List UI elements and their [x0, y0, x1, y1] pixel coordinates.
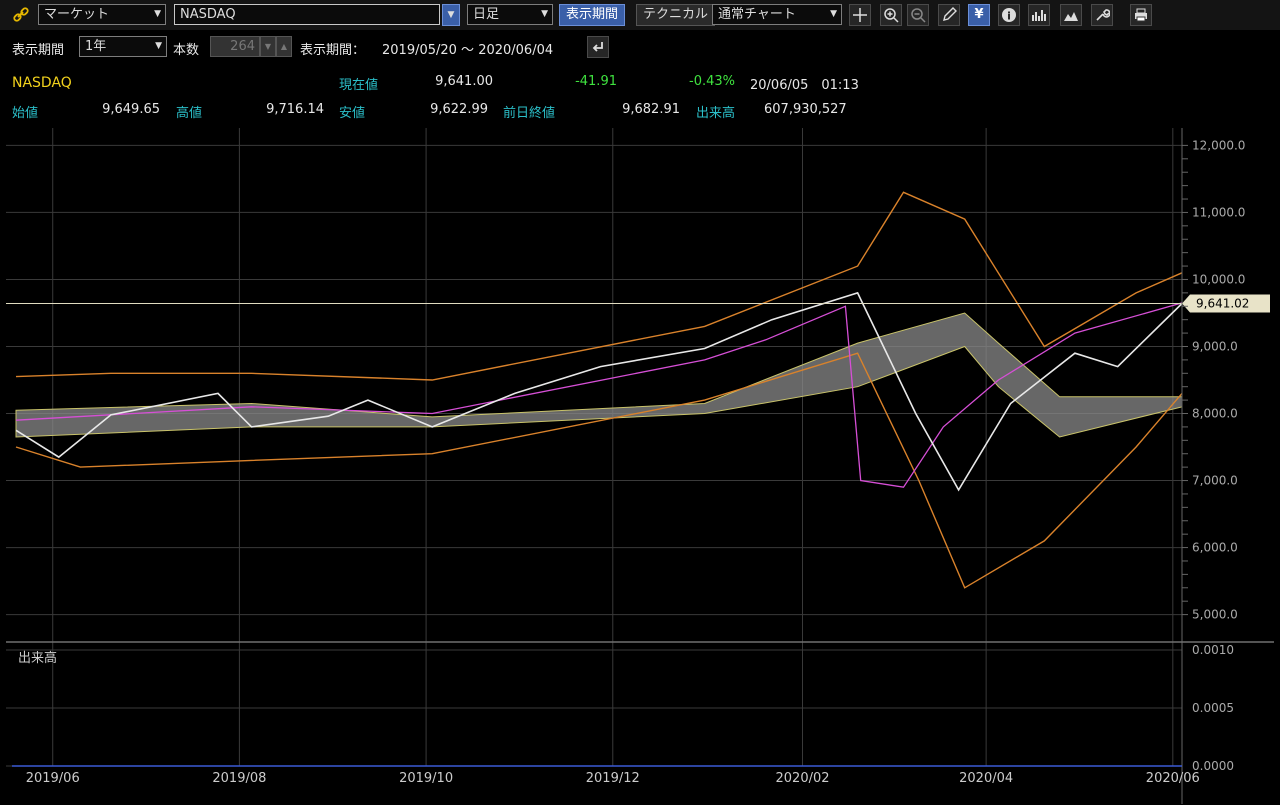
quote-symbol: NASDAQ — [12, 75, 72, 91]
print-icon[interactable] — [1130, 4, 1152, 26]
my-indicator-icon[interactable] — [1028, 4, 1050, 26]
y-tick-label: 12,000.0 — [1192, 138, 1245, 152]
volume-tick-label: 0.0005 — [1192, 701, 1234, 715]
chevron-down-icon: ▼ — [154, 9, 161, 19]
chevron-down-icon: ▼ — [541, 9, 548, 19]
change-value: -41.91 — [575, 74, 617, 89]
wrench-icon[interactable] — [1091, 4, 1113, 26]
y-tick-label: 5,000.0 — [1192, 608, 1238, 622]
current-value: 9,641.00 — [435, 74, 493, 89]
x-tick-label: 2020/06 — [1146, 771, 1200, 786]
x-tick-label: 2019/10 — [399, 771, 453, 786]
market-select-value: マーケット — [44, 7, 110, 22]
interval-select-value: 日足 — [473, 7, 500, 22]
low-label: 安値 — [339, 106, 366, 121]
price-chart[interactable]: 9,641.02 12,000.0 11,000.0 10,000.0 9,000.0… — [6, 128, 1274, 804]
market-select[interactable]: マーケット ▼ — [38, 4, 166, 25]
chevron-down-icon: ▼ — [155, 41, 162, 51]
volume-value: 607,930,527 — [764, 102, 847, 117]
symbol-input-value: NASDAQ — [180, 7, 236, 22]
x-tick-label: 2019/12 — [586, 771, 640, 786]
y-tick-label: 11,000.0 — [1192, 205, 1245, 219]
high-value: 9,716.14 — [266, 102, 324, 117]
open-value: 9,649.65 — [102, 102, 160, 117]
count-input[interactable]: 264 — [210, 36, 260, 57]
period-select[interactable]: 1年 ▼ — [79, 36, 167, 57]
mountain-chart-icon[interactable] — [1060, 4, 1082, 26]
pencil-icon[interactable] — [938, 4, 960, 26]
chevron-down-icon: ▼ — [830, 9, 837, 19]
range-value: 2019/05/20 ～ 2020/06/04 — [382, 43, 554, 58]
info-panel: 表示期間 1年 ▼ 本数 264 ▼ ▲ 表示期間： 2019/05/20 ～ … — [0, 30, 1280, 126]
y-tick-label: 7,000.0 — [1192, 474, 1238, 488]
volume-pane-label: 出来高 — [18, 650, 57, 666]
symbol-dropdown-button[interactable]: ▼ — [442, 4, 460, 26]
x-tick-label: 2019/08 — [212, 771, 266, 786]
info-icon-glyph: i — [1007, 10, 1011, 23]
symbol-input[interactable]: NASDAQ — [174, 4, 440, 25]
y-tick-label: 9,000.0 — [1192, 339, 1238, 353]
crosshair-icon[interactable] — [849, 4, 871, 26]
count-up-button[interactable]: ▲ — [276, 36, 292, 57]
y-tick-label: 8,000.0 — [1192, 407, 1238, 421]
x-tick-label: 2020/02 — [776, 771, 830, 786]
zoom-out-icon[interactable] — [907, 4, 929, 26]
zoom-in-icon[interactable] — [880, 4, 902, 26]
x-tick-label: 2020/04 — [959, 771, 1013, 786]
interval-select[interactable]: 日足 ▼ — [467, 4, 553, 25]
charttype-select[interactable]: 通常チャート ▼ — [712, 4, 842, 25]
x-tick-label: 2019/06 — [26, 771, 80, 786]
technical-button[interactable]: テクニカル — [636, 4, 716, 26]
prev-close-label: 前日終値 — [503, 106, 556, 121]
prev-close-value: 9,682.91 — [622, 102, 680, 117]
y-tick-label: 10,000.0 — [1192, 272, 1245, 286]
period-label: 表示期間 — [12, 43, 65, 58]
low-value: 9,622.99 — [430, 102, 488, 117]
price-tag-label: 9,641.02 — [1196, 297, 1249, 311]
y-tick-label: 6,000.0 — [1192, 541, 1238, 555]
period-button[interactable]: 表示期間 — [559, 4, 626, 26]
quote-datetime: 20/06/05 01:13 — [750, 78, 859, 93]
info-icon[interactable]: i — [998, 4, 1020, 26]
toolbar: マーケット ▼ NASDAQ ▼ 日足 ▼ 表示期間 テクニカル 通常チャート … — [0, 0, 1280, 30]
yen-icon[interactable]: ¥ — [968, 4, 990, 26]
count-label: 本数 — [173, 43, 200, 58]
volume-tick-label: 0.0000 — [1192, 759, 1234, 773]
period-select-value: 1年 — [85, 39, 107, 54]
count-input-value: 264 — [230, 39, 255, 54]
open-label: 始値 — [12, 106, 39, 121]
current-label: 現在値 — [339, 78, 379, 93]
charttype-select-value: 通常チャート — [718, 7, 796, 22]
volume-label: 出来高 — [696, 106, 736, 121]
change-pct-value: -0.43% — [689, 74, 735, 89]
volume-tick-label: 0.0010 — [1192, 643, 1234, 657]
range-label: 表示期間： — [300, 43, 366, 58]
return-icon[interactable] — [587, 36, 609, 58]
link-icon[interactable] — [10, 4, 32, 26]
high-label: 高値 — [176, 106, 203, 121]
count-down-button[interactable]: ▼ — [260, 36, 276, 57]
